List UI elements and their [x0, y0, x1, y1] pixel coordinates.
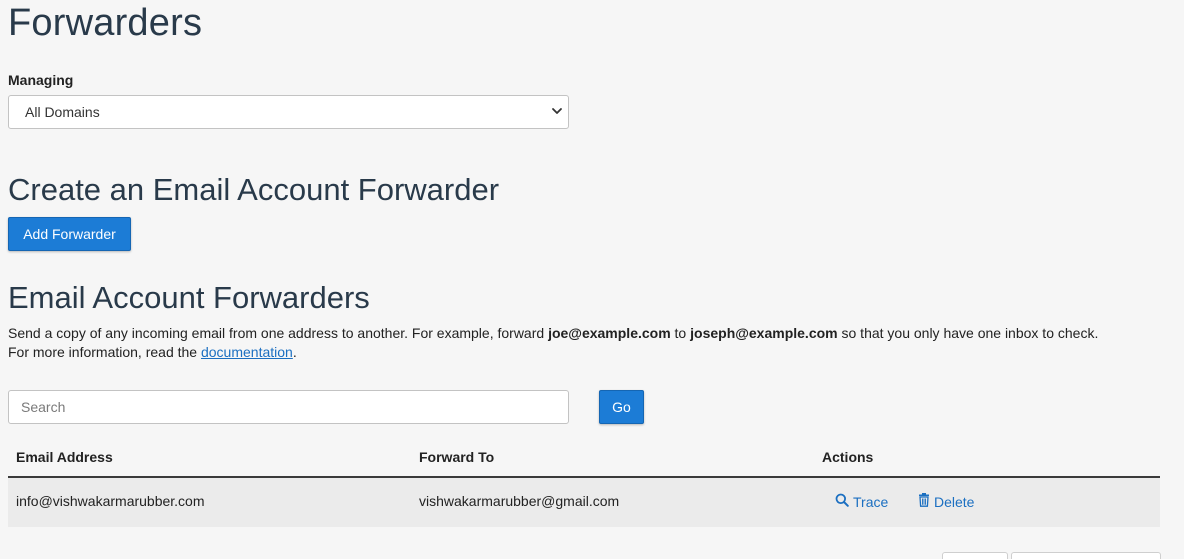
forwarders-description: Send a copy of any incoming email from o…	[8, 324, 1178, 362]
add-forwarder-button[interactable]: Add Forwarder	[8, 217, 131, 251]
forwarders-page: Forwarders Managing All Domains Create a…	[0, 0, 1184, 559]
domain-select-value: All Domains	[25, 104, 100, 120]
pagination-controls[interactable]	[1011, 552, 1161, 559]
description-text-2: to	[670, 325, 691, 341]
more-info-suffix: .	[292, 344, 297, 360]
example-from-address: joe@example.com	[548, 325, 671, 341]
forwarders-list-heading: Email Account Forwarders	[8, 280, 370, 315]
table-row: info@vishwakarmarubber.com vishwakarmaru…	[8, 478, 1160, 527]
column-header-email: Email Address	[16, 449, 113, 465]
description-text-3: so that you only have one inbox to check…	[837, 325, 1099, 341]
trace-label: Trace	[853, 493, 889, 510]
search-icon	[835, 493, 853, 510]
trace-link[interactable]: Trace	[835, 493, 888, 510]
example-to-address: joseph@example.com	[690, 325, 838, 341]
table-header: Email Address Forward To Actions	[8, 440, 1160, 478]
domain-select[interactable]: All Domains	[8, 95, 569, 129]
go-button[interactable]: Go	[599, 390, 644, 424]
page-size-select[interactable]	[942, 552, 1008, 559]
column-header-forward-to: Forward To	[419, 449, 495, 465]
forwarders-table: Email Address Forward To Actions info@vi…	[8, 440, 1160, 527]
row-forward-to: vishwakarmarubber@gmail.com	[419, 493, 620, 509]
more-info-text: For more information, read the	[8, 344, 201, 360]
search-input[interactable]	[8, 390, 569, 424]
page-title: Forwarders	[8, 2, 203, 44]
trash-icon	[918, 493, 934, 510]
documentation-link[interactable]: documentation	[201, 344, 293, 360]
managing-label: Managing	[8, 72, 74, 88]
chevron-down-icon	[550, 104, 564, 118]
delete-label: Delete	[934, 493, 975, 510]
description-text-1: Send a copy of any incoming email from o…	[8, 325, 549, 341]
create-forwarder-heading: Create an Email Account Forwarder	[8, 172, 500, 207]
row-email: info@vishwakarmarubber.com	[16, 493, 205, 509]
delete-link[interactable]: Delete	[918, 493, 974, 510]
column-header-actions: Actions	[822, 449, 874, 465]
